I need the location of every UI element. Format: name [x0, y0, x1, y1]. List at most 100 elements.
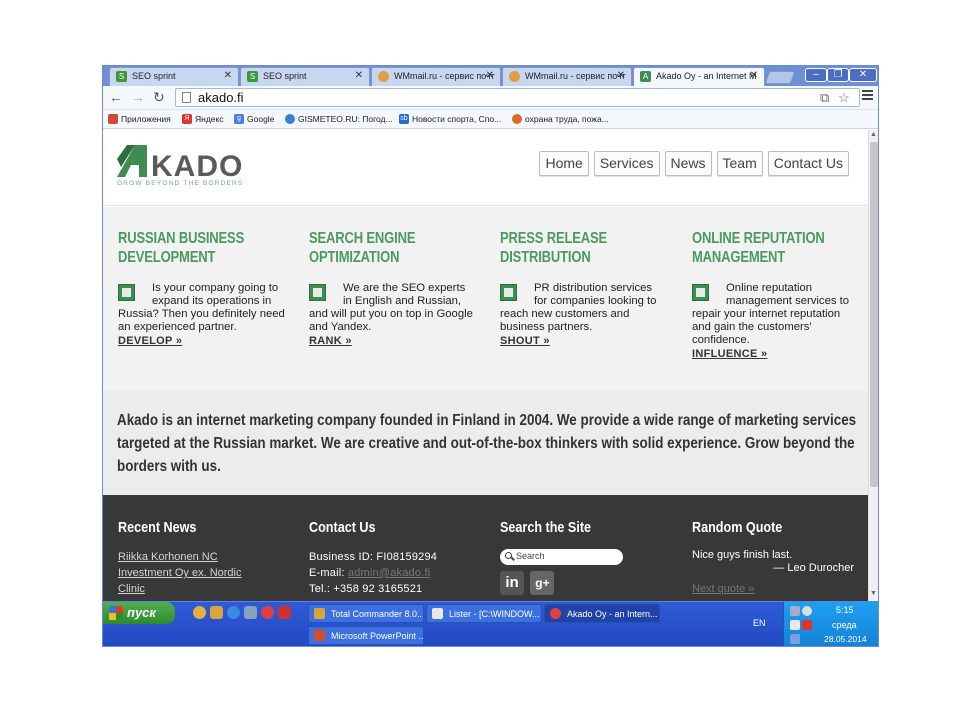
menu-icon[interactable] — [862, 90, 873, 102]
bookmark-item[interactable]: sb Новости спорта, Спо... — [399, 114, 501, 124]
network-icon[interactable] — [790, 606, 800, 616]
antivirus-icon[interactable] — [802, 620, 812, 630]
scroll-up-arrow-icon[interactable]: ▲ — [870, 131, 877, 138]
akado-icon: A — [640, 71, 651, 82]
service-seo: SEARCH ENGINE OPTIMIZATION We are the SE… — [309, 229, 477, 348]
nav-team[interactable]: Team — [716, 151, 763, 176]
minimize-button[interactable]: – — [805, 68, 827, 82]
footer-search: Search the Site Search in g+ — [500, 519, 680, 595]
influence-link[interactable]: INFLUENCE » — [692, 348, 860, 361]
address-bar[interactable]: akado.fi ⧉ ☆ — [175, 88, 860, 107]
quicklaunch-icon[interactable] — [193, 606, 206, 619]
task-powerpoint[interactable]: Microsoft PowerPoint ... — [308, 626, 424, 645]
phone-number: Tel.: +358 92 3165521 — [309, 583, 423, 595]
wmmail-icon — [509, 71, 520, 82]
service-title: SEARCH ENGINE OPTIMIZATION — [309, 230, 416, 266]
close-icon[interactable]: ✕ — [486, 70, 494, 81]
maximize-button[interactable]: ❐ — [827, 68, 849, 82]
chrome-icon[interactable] — [261, 606, 274, 619]
nav-services[interactable]: Services — [593, 151, 660, 176]
browser-tab[interactable]: WMmail.ru - сервис почт ✕ — [371, 67, 501, 86]
browser-tab[interactable]: WMmail.ru - сервис почт ✕ — [502, 67, 632, 86]
megaphone-icon — [500, 284, 517, 301]
language-indicator[interactable]: EN — [753, 618, 766, 628]
nav-news[interactable]: News — [664, 151, 712, 176]
ie-icon[interactable] — [227, 606, 240, 619]
nav-contact-us[interactable]: Contact Us — [767, 151, 849, 176]
task-total-commander[interactable]: Total Commander 8.0... — [308, 604, 424, 623]
reload-icon[interactable]: ↻ — [153, 89, 165, 105]
service-text: Is your company going to expand its oper… — [118, 282, 285, 333]
windows-logo-icon — [109, 606, 123, 620]
bookmark-item[interactable]: Я Яндекс — [182, 114, 224, 124]
total-commander-icon[interactable] — [210, 606, 223, 619]
google-plus-icon[interactable]: g+ — [530, 571, 555, 595]
tray-app-icon[interactable] — [802, 606, 812, 616]
page-scrollbar[interactable]: ▲ ▼ — [868, 130, 878, 601]
desktop-screen: S SEO sprint ✕ S SEO sprint ✕ WMmail.ru … — [102, 65, 879, 647]
bookmark-star-icon[interactable]: ☆ — [838, 90, 850, 106]
bookmark-label: Google — [247, 114, 275, 124]
bookmark-item[interactable]: GISMETEO.RU: Погод... — [285, 114, 393, 124]
browser-tab[interactable]: S SEO sprint ✕ — [109, 67, 239, 86]
seo-sprint-icon: S — [247, 71, 258, 82]
chrome-icon — [550, 608, 561, 619]
back-arrow-icon[interactable]: ← — [109, 89, 123, 105]
scrollbar-thumb[interactable] — [870, 142, 878, 487]
email-link[interactable]: admin@akado.fi — [348, 567, 430, 579]
linkedin-icon[interactable]: in — [500, 571, 524, 595]
nav-home[interactable]: Home — [539, 151, 589, 176]
start-button[interactable]: пуск — [103, 602, 175, 624]
site-footer: Recent News Riikka Korhonen NC Investmen… — [103, 495, 868, 601]
close-icon[interactable]: ✕ — [617, 70, 625, 81]
next-quote-link[interactable]: Next quote » — [692, 583, 868, 595]
main-navigation: Home Services News Team Contact Us — [539, 151, 849, 176]
news-link[interactable]: Riikka Korhonen NC Investment Oy ex. Nor… — [118, 549, 268, 597]
services-section: RUSSIAN BUSINESS DEVELOPMENT Is your com… — [103, 207, 868, 391]
url-text: akado.fi — [198, 90, 244, 105]
yandex-icon: Я — [182, 114, 192, 124]
email-line: E-mail: admin@akado.fi — [309, 565, 489, 581]
clock-time[interactable]: 5:15 — [836, 605, 854, 615]
bookmark-item[interactable]: охрана труда, пожа... — [512, 114, 609, 124]
bookmark-item[interactable]: Приложения — [108, 114, 171, 124]
gismeteo-icon — [285, 114, 295, 124]
total-commander-icon — [314, 608, 325, 619]
close-icon[interactable]: ✕ — [224, 70, 232, 81]
new-tab-button[interactable] — [764, 71, 796, 84]
service-title: PRESS RELEASE DISTRIBUTION — [500, 230, 608, 266]
footer-contact: Contact Us Business ID: FI08159294 E-mai… — [309, 519, 489, 597]
sports-news-icon: sb — [399, 114, 409, 124]
seo-sprint-icon: S — [116, 71, 127, 82]
task-label: Lister - [C:\WINDOW... — [449, 609, 540, 619]
footer-random-quote: Random Quote Nice guys finish last. — Le… — [692, 519, 868, 595]
footer-recent-news: Recent News Riikka Korhonen NC Investmen… — [118, 519, 298, 597]
task-lister[interactable]: Lister - [C:\WINDOW... — [426, 604, 542, 623]
rank-link[interactable]: RANK » — [309, 335, 477, 348]
close-icon[interactable]: ✕ — [355, 70, 363, 81]
close-window-button[interactable]: ✕ — [849, 68, 877, 82]
task-chrome-akado[interactable]: Akado Oy - an Intern... — [544, 604, 660, 623]
footer-heading: Search the Site — [500, 519, 592, 536]
browser-tab[interactable]: S SEO sprint ✕ — [240, 67, 370, 86]
develop-link[interactable]: DEVELOP » — [118, 335, 286, 348]
scroll-down-arrow-icon[interactable]: ▼ — [870, 590, 877, 597]
tab-title: Akado Oy - an Internet M — [656, 71, 757, 81]
bookmark-item[interactable]: g Google — [234, 114, 274, 124]
yandex-browser-icon[interactable] — [278, 606, 291, 619]
site-search-input[interactable]: Search — [500, 549, 623, 565]
translate-icon[interactable]: ⧉ — [820, 90, 829, 106]
start-label: пуск — [127, 605, 156, 620]
desktop-icon[interactable] — [244, 606, 257, 619]
clock-day: среда — [832, 620, 857, 630]
akado-logo[interactable]: KADO GROW BEYOND THE BORDERS — [117, 145, 277, 191]
forward-arrow-icon[interactable]: → — [131, 89, 145, 105]
logo-tagline: GROW BEYOND THE BORDERS — [117, 180, 244, 187]
close-icon[interactable]: ✕ — [750, 70, 758, 81]
shout-link[interactable]: SHOUT » — [500, 335, 668, 348]
browser-tab-active[interactable]: A Akado Oy - an Internet M ✕ — [633, 67, 765, 86]
tray-monitor-icon[interactable] — [790, 634, 800, 644]
bookmark-label: GISMETEO.RU: Погод... — [298, 114, 393, 124]
volume-icon[interactable] — [790, 620, 800, 630]
task-label: Total Commander 8.0... — [331, 609, 424, 619]
